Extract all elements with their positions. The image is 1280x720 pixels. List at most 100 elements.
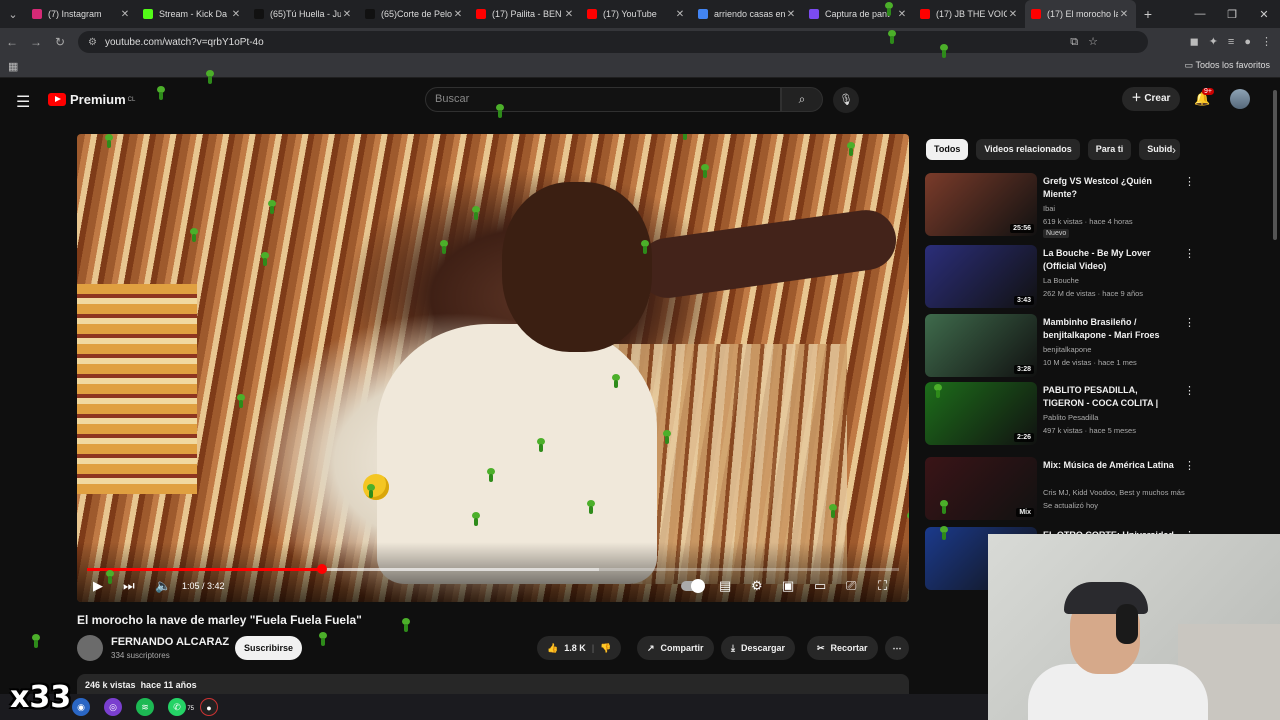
forward-icon[interactable]: → [24,35,48,49]
progress-bar[interactable] [87,564,899,574]
more-vertical-icon[interactable]: ⋮ [1184,247,1195,260]
description-box[interactable]: 246 k vistas hace 11 años [77,674,909,694]
tab-close-icon[interactable]: ✕ [896,9,908,20]
recorder-taskbar-icon[interactable]: ● [200,698,218,716]
filter-chip[interactable]: Videos relacionados [976,139,1080,160]
chevron-right-icon[interactable]: › [1172,143,1176,157]
tab-close-icon[interactable]: ✕ [341,9,353,20]
recommended-channel[interactable]: Pablito Pesadilla [1043,413,1098,422]
install-icon[interactable]: ⧉ [1070,31,1078,53]
more-actions-button[interactable]: ⋯ [885,636,909,660]
extension-icon[interactable]: ◼ [1190,28,1199,56]
whatsapp-taskbar-icon[interactable]: ✆ 75 [168,698,194,716]
reload-icon[interactable]: ↻ [48,35,72,49]
autoplay-toggle[interactable] [681,579,705,593]
cast-icon[interactable]: ⎚ [846,578,856,594]
theater-mode-icon[interactable]: ▭ [814,578,826,594]
browser-tab[interactable]: (17) Pailita - BEN ✕ [470,0,581,28]
back-icon[interactable]: ← [0,35,24,49]
filter-chip[interactable]: Todos [926,139,969,160]
video-player[interactable]: ▶ ⏭ 🔈 1:05 / 3:42 ▤ ⚙ ▣ ▭ ⎚ ⛶ [77,134,909,602]
thumbs-down-icon[interactable]: 👎 [600,643,611,654]
menu-icon[interactable]: ☰ [16,92,30,112]
like-button[interactable]: 👍 1.8 K | 👎 [537,636,622,660]
recommended-channel[interactable]: Cris MJ, Kidd Voodoo, Best y muchos más [1043,488,1185,497]
search-input[interactable]: Buscar [425,87,781,112]
next-icon[interactable]: ⏭ [123,578,135,594]
recommended-title[interactable]: Grefg VS Westcol ¿Quién Miente? [1043,175,1181,200]
browser-tab[interactable]: (7) Instagram ✕ [26,0,137,28]
more-vertical-icon[interactable]: ⋮ [1184,316,1195,329]
tab-close-icon[interactable]: ✕ [1118,9,1130,20]
restore-icon[interactable]: ❐ [1216,0,1248,28]
fullscreen-icon[interactable]: ⛶ [878,578,887,594]
video-thumbnail[interactable]: 3:43 [925,245,1037,308]
recommended-title[interactable]: Mix: Música de América Latina [1043,459,1181,472]
scrollbar-thumb[interactable] [1273,90,1277,240]
recommended-channel[interactable]: La Bouche [1043,276,1079,285]
browser-tab[interactable]: (65)Tú Huella - Ju ✕ [248,0,359,28]
browser-tab[interactable]: arriendo casas en ✕ [692,0,803,28]
all-bookmarks-link[interactable]: ▭ Todos los favoritos [1185,60,1270,71]
youtube-logo[interactable]: Premium CL [48,92,135,107]
tab-close-icon[interactable]: ✕ [674,9,686,20]
browser-tab[interactable]: (17) JB THE VOICE✕ [914,0,1025,28]
browser-tab[interactable]: (65)Corte de Pelo ✕ [359,0,470,28]
browser-menu-icon[interactable]: ⋮ [1261,28,1272,56]
tab-close-icon[interactable]: ✕ [230,9,242,20]
channel-avatar[interactable] [77,635,103,661]
recommended-title[interactable]: La Bouche - Be My Lover (Official Video) [1043,247,1181,272]
filter-chip[interactable]: Para ti [1087,139,1132,160]
account-avatar[interactable] [1230,89,1250,109]
more-vertical-icon[interactable]: ⋮ [1184,175,1195,188]
chrome-taskbar-icon[interactable]: ◉ [72,698,90,716]
apps-grid-icon[interactable]: ▦ [8,60,18,73]
close-window-icon[interactable]: ✕ [1248,0,1280,28]
miniplayer-icon[interactable]: ▣ [782,578,794,594]
minimize-icon[interactable]: — [1184,0,1216,28]
tab-close-icon[interactable]: ✕ [563,9,575,20]
recommended-video[interactable]: 25:56 Grefg VS Westcol ¿Quién Miente? Ibai… [925,173,1195,238]
puzzle-icon[interactable]: ✦ [1209,28,1218,56]
recommended-video[interactable]: 2:26 PABLITO PESADILLA, TIGERON - COCA CO… [925,382,1195,446]
more-vertical-icon[interactable]: ⋮ [1184,384,1195,397]
profile-icon[interactable]: ● [1244,28,1251,56]
browser-tab[interactable]: Stream - Kick Da ✕ [137,0,248,28]
voice-search-button[interactable]: 🎙 [833,87,859,113]
url-field[interactable]: ⚙ youtube.com/watch?v=qrbY1oPt-4o ⧉ ☆ [78,31,1148,53]
volume-icon[interactable]: 🔈 [155,578,171,594]
browser-tab[interactable]: (17) El morocho la ✕ [1025,0,1136,28]
page-scrollbar[interactable] [1272,80,1278,260]
tab-close-icon[interactable]: ✕ [119,9,131,20]
download-button[interactable]: ⤓ Descargar [721,636,796,660]
subtitles-icon[interactable]: ▤ [719,578,731,594]
more-vertical-icon[interactable]: ⋮ [1184,459,1195,472]
media-icon[interactable]: ≡ [1228,28,1234,56]
tab-search-icon[interactable]: ⌄ [0,8,26,21]
star-icon[interactable]: ☆ [1088,31,1098,53]
tab-close-icon[interactable]: ✕ [452,9,464,20]
video-thumbnail[interactable]: 3:28 [925,314,1037,377]
tab-close-icon[interactable]: ✕ [1007,9,1019,20]
new-tab-button[interactable]: + [1136,6,1160,22]
play-icon[interactable]: ▶ [93,578,103,594]
app-taskbar-icon[interactable]: ◎ [104,698,122,716]
channel-name[interactable]: FERNANDO ALCARAZ [111,636,229,648]
video-thumbnail[interactable]: 25:56 [925,173,1037,236]
site-info-icon[interactable]: ⚙ [88,37,97,48]
tab-close-icon[interactable]: ✕ [785,9,797,20]
recommended-title[interactable]: PABLITO PESADILLA, TIGERON - COCA COLITA… [1043,384,1181,409]
subscribe-button[interactable]: Suscribirse [235,636,302,660]
spotify-taskbar-icon[interactable]: ≋ [136,698,154,716]
settings-gear-icon[interactable]: ⚙ [751,578,763,594]
share-button[interactable]: ↗ Compartir [637,636,714,660]
search-button[interactable]: ⌕ [781,87,823,112]
recommended-video[interactable]: 3:28 Mambinho Brasileño / benjitalkapone … [925,314,1195,378]
recommended-video[interactable]: 3:43 La Bouche - Be My Lover (Official Vi… [925,245,1195,309]
clip-button[interactable]: ✂ Recortar [807,636,878,660]
browser-tab[interactable]: Captura de pant ✕ [803,0,914,28]
create-button[interactable]: ＋ Crear [1122,87,1180,111]
recommended-title[interactable]: Mambinho Brasileño / benjitalkapone - Ma… [1043,316,1181,341]
recommended-channel[interactable]: Ibai [1043,204,1055,213]
recommended-video[interactable]: Mix Mix: Música de América Latina Cris MJ,… [925,457,1195,521]
